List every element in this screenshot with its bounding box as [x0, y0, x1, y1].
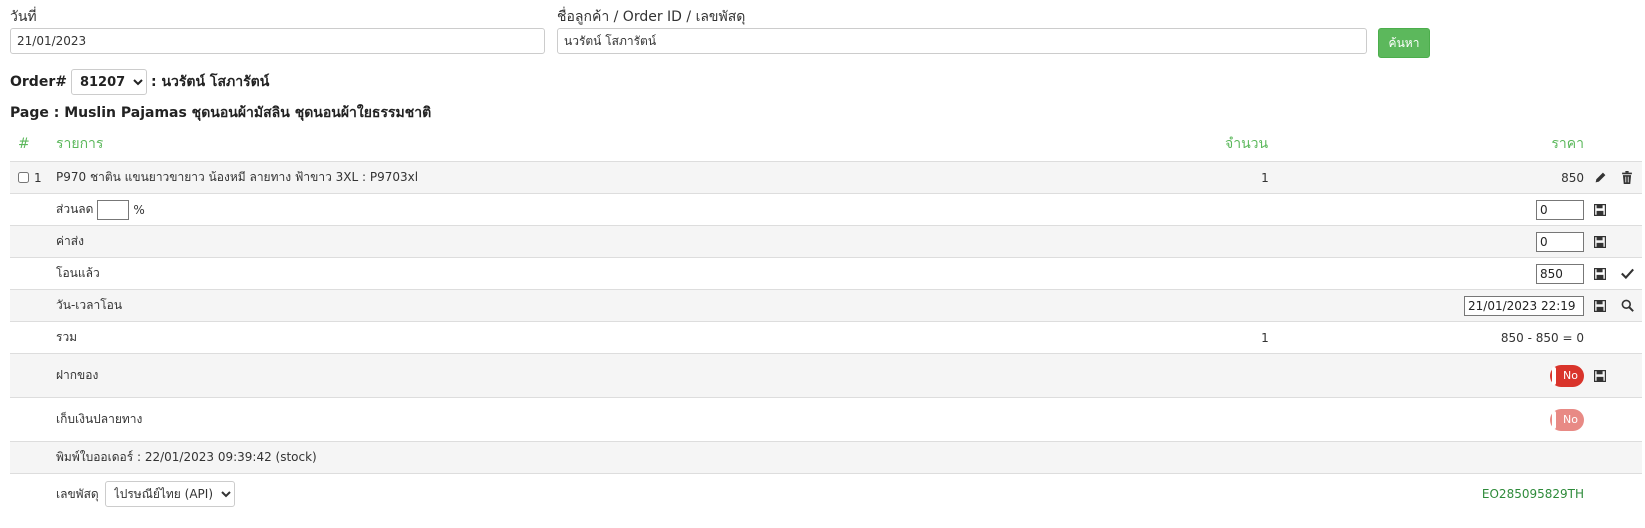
- deposit-toggle-cell: No: [1550, 354, 1584, 397]
- item-checkbox[interactable]: [18, 172, 29, 183]
- table-row-discount: ส่วนลด %: [10, 194, 1642, 226]
- shipping-value-cell: [1536, 226, 1584, 257]
- date-input[interactable]: 21/01/2023: [10, 28, 545, 54]
- item-index-cell: 1: [18, 162, 42, 193]
- save-icon[interactable]: [1593, 354, 1607, 397]
- save-icon[interactable]: [1593, 290, 1607, 321]
- item-qty: 1: [1261, 170, 1269, 185]
- search-icon[interactable]: [1620, 290, 1634, 321]
- order-customer-name: : นวรัตน์ โสภารัตน์: [150, 74, 270, 90]
- cod-toggle-cell: No: [1550, 398, 1584, 441]
- transfer-time-input[interactable]: [1464, 295, 1584, 316]
- item-name: P970 ชาติน แขนยาวขายาว น้องหมี ลายทาง ฟ้…: [56, 170, 419, 184]
- tracking-label: เลขพัสดุ: [56, 486, 99, 501]
- transfer-time-label: วัน-เวลาโอน: [56, 298, 123, 312]
- transferred-label: โอนแล้ว: [56, 266, 100, 280]
- percent-sign: %: [133, 202, 145, 217]
- customer-search-input[interactable]: นวรัตน์ โสภารัตน์: [557, 28, 1367, 54]
- date-label: วันที่: [10, 9, 37, 25]
- table-row-deposit: ฝากของ No: [10, 354, 1642, 398]
- order-table: # รายการ จำนวน ราคา 1 P970 ชาติน แขนยาวข…: [10, 126, 1642, 514]
- item-index: 1: [34, 170, 42, 185]
- courier-select[interactable]: ไปรษณีย์ไทย (API): [104, 481, 235, 507]
- save-icon[interactable]: [1593, 258, 1607, 289]
- trash-icon[interactable]: [1620, 162, 1634, 193]
- search-button[interactable]: ค้นหา: [1378, 28, 1430, 58]
- shipping-input[interactable]: [1536, 231, 1584, 252]
- header-item: รายการ: [56, 135, 104, 152]
- check-icon[interactable]: [1620, 258, 1634, 289]
- table-row-total: รวม 1 850 - 850 = 0: [10, 322, 1642, 354]
- order-number-select[interactable]: 81207: [70, 69, 147, 95]
- discount-cell: ส่วนลด %: [56, 194, 145, 225]
- print-info: พิมพ์ใบออเดอร์ : 22/01/2023 09:39:42 (st…: [56, 450, 317, 464]
- save-icon[interactable]: [1593, 194, 1607, 225]
- table-row-transfer-time: วัน-เวลาโอน: [10, 290, 1642, 322]
- table-row-cod: เก็บเงินปลายทาง No: [10, 398, 1642, 442]
- deposit-toggle[interactable]: No: [1550, 364, 1584, 387]
- deposit-label: ฝากของ: [56, 368, 99, 382]
- item-price: 850: [1561, 170, 1584, 185]
- transfer-time-value-cell: [1464, 290, 1584, 321]
- discount-label: ส่วนลด: [56, 202, 94, 216]
- table-row-shipping: ค่าส่ง: [10, 226, 1642, 258]
- transferred-value-cell: [1536, 258, 1584, 289]
- total-summary: 850 - 850 = 0: [1500, 330, 1584, 345]
- discount-amount-input[interactable]: [1536, 199, 1584, 220]
- table-header: # รายการ จำนวน ราคา: [10, 126, 1642, 162]
- cod-toggle[interactable]: No: [1550, 408, 1584, 431]
- customer-label: ชื่อลูกค้า / Order ID / เลขพัสดุ: [557, 9, 746, 25]
- discount-value-cell: [1536, 194, 1584, 225]
- header-price: ราคา: [1551, 135, 1584, 152]
- page-name: Page : Muslin Pajamas ชุดนอนผ้ามัสลิน ชุ…: [10, 105, 432, 121]
- header-hash: #: [18, 135, 30, 152]
- save-icon[interactable]: [1593, 226, 1607, 257]
- discount-percent-input[interactable]: [97, 199, 130, 220]
- table-row-print: พิมพ์ใบออเดอร์ : 22/01/2023 09:39:42 (st…: [10, 442, 1642, 474]
- transferred-input[interactable]: [1536, 263, 1584, 284]
- header-qty: จำนวน: [1225, 135, 1269, 152]
- tracking-number[interactable]: EO285095829TH: [1482, 474, 1584, 514]
- table-row-item: 1 P970 ชาติน แขนยาวขายาว น้องหมี ลายทาง …: [10, 162, 1642, 194]
- order-prefix: Order#: [10, 74, 67, 90]
- shipping-label: ค่าส่ง: [56, 234, 84, 248]
- total-label: รวม: [56, 330, 78, 344]
- order-line: Order# 81207 : นวรัตน์ โสภารัตน์: [10, 68, 269, 96]
- table-row-tracking: เลขพัสดุ ไปรษณีย์ไทย (API) EO285095829TH: [10, 474, 1642, 514]
- table-row-transferred: โอนแล้ว: [10, 258, 1642, 290]
- cod-label: เก็บเงินปลายทาง: [56, 412, 143, 426]
- tracking-cell: เลขพัสดุ ไปรษณีย์ไทย (API): [56, 474, 235, 514]
- pencil-icon[interactable]: [1593, 162, 1607, 193]
- total-qty: 1: [1261, 330, 1269, 345]
